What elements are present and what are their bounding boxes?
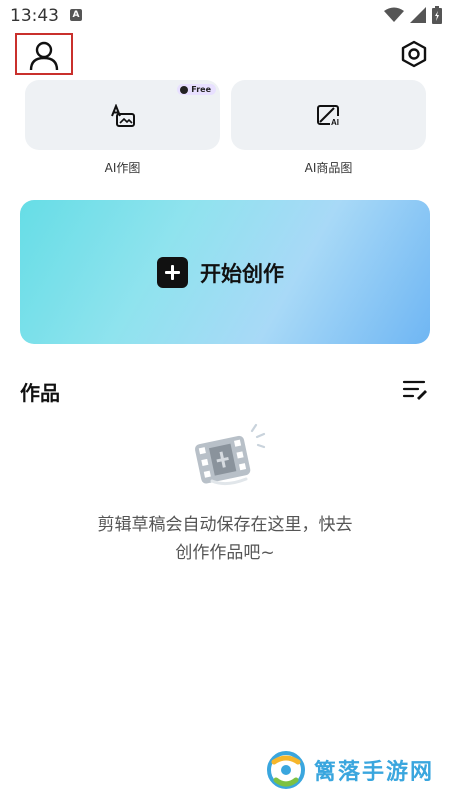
profile-button[interactable] bbox=[15, 33, 73, 75]
film-icon bbox=[190, 421, 270, 499]
start-creating-label: 开始创作 bbox=[200, 261, 284, 286]
status-time: 13:43 bbox=[10, 6, 59, 26]
free-badge-label: Free bbox=[191, 85, 211, 94]
list-edit-icon bbox=[402, 380, 427, 400]
status-bar: 13:43 A bbox=[0, 0, 450, 32]
gear-icon bbox=[401, 40, 427, 68]
battery-icon bbox=[432, 6, 442, 24]
watermark-text: 篱落手游网 bbox=[314, 760, 435, 785]
text-image-icon bbox=[111, 104, 135, 127]
signal-icon bbox=[410, 7, 426, 23]
sort-button[interactable] bbox=[402, 378, 428, 404]
watermark: 篱落手游网 bbox=[266, 750, 434, 790]
works-title: 作品 bbox=[20, 381, 60, 405]
ai-drawing-card[interactable]: Free bbox=[25, 80, 220, 150]
settings-button[interactable] bbox=[400, 40, 428, 72]
ai-drawing-label: AI作图 bbox=[104, 161, 141, 175]
ai-product-image-label: AI商品图 bbox=[304, 161, 353, 175]
free-badge: Free bbox=[177, 84, 216, 95]
empty-state-line-2: 创作作品吧~ bbox=[175, 543, 275, 563]
status-icons bbox=[384, 6, 442, 24]
clock-icon bbox=[180, 85, 189, 94]
svg-text:AI: AI bbox=[331, 118, 339, 127]
start-creating-button[interactable]: 开始创作 bbox=[20, 200, 430, 344]
wifi-icon bbox=[384, 7, 404, 22]
notification-a-icon: A bbox=[70, 9, 82, 21]
watermark-logo-icon bbox=[267, 751, 305, 789]
user-icon bbox=[29, 41, 59, 70]
plus-icon bbox=[157, 257, 188, 288]
empty-state-text: 剪辑草稿会自动保存在这里，快去 创作作品吧~ bbox=[60, 511, 390, 567]
ai-image-icon: AI bbox=[317, 105, 343, 127]
empty-state-line-1: 剪辑草稿会自动保存在这里，快去 bbox=[97, 515, 353, 535]
ai-product-image-card[interactable]: AI bbox=[231, 80, 426, 150]
